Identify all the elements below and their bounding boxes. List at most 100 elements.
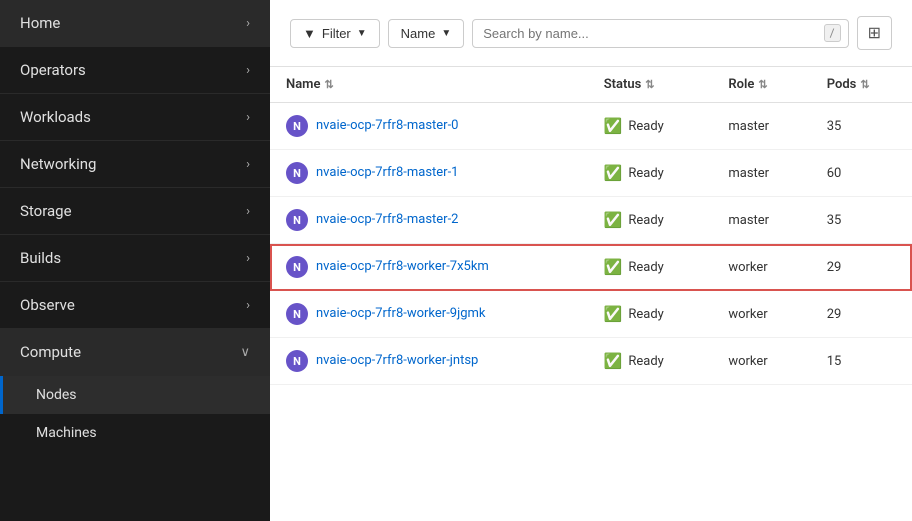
nodes-table: Name⇅Status⇅Role⇅Pods⇅ Nnvaie-ocp-7rfr8-… [270,67,912,385]
sidebar-sub-item-machines[interactable]: Machines [0,414,270,452]
chevron-icon: ∨ [240,345,250,360]
table-row[interactable]: Nnvaie-ocp-7rfr8-worker-jntsp ✅ Ready worke… [270,338,912,385]
cell-status: ✅Ready [588,244,713,291]
node-name-link[interactable]: nvaie-ocp-7rfr8-worker-7x5km [316,258,489,276]
filter-chevron-icon: ▼ [357,28,367,39]
columns-button[interactable]: ⊞ [857,16,892,50]
sidebar-item-observe[interactable]: Observe › [0,282,270,329]
cell-status: ✅Ready [588,103,713,150]
name-chevron-icon: ▼ [441,28,451,39]
sidebar-item-label: Observe [20,296,75,314]
cell-pods: 15 [811,338,912,385]
table-header: Name⇅Status⇅Role⇅Pods⇅ [270,67,912,103]
nodes-table-wrap: Name⇅Status⇅Role⇅Pods⇅ Nnvaie-ocp-7rfr8-… [270,67,912,521]
node-icon: N [286,256,308,278]
node-name-link[interactable]: nvaie-ocp-7rfr8-master-0 [316,117,458,135]
table-row[interactable]: Nnvaie-ocp-7rfr8-worker-7x5km✅Readyworke… [270,244,912,291]
sidebar-item-builds[interactable]: Builds › [0,235,270,282]
chevron-icon: › [246,204,250,219]
col-header-name[interactable]: Name⇅ [270,67,588,103]
cell-status: ✅ Ready [588,291,713,338]
sidebar-item-label: Storage [20,202,72,220]
cell-name: Nnvaie-ocp-7rfr8-master-1 [270,150,588,197]
sidebar-item-networking[interactable]: Networking › [0,141,270,188]
cell-pods: 35 [811,197,912,244]
cell-role: worker [712,338,810,385]
node-icon: N [286,350,308,372]
col-header-status[interactable]: Status⇅ [588,67,713,103]
status-icon: ✅ [604,211,623,229]
sort-icon-pods: ⇅ [860,78,869,91]
node-name-link[interactable]: nvaie-ocp-7rfr8-worker-9jgmk [316,305,486,323]
sidebar: Home›Operators›Workloads›Networking›Stor… [0,0,270,521]
cell-status: ✅Ready [588,197,713,244]
sidebar-item-label: Compute [20,343,81,361]
status-icon: ✅ [604,305,623,323]
status-text: Ready [628,166,663,181]
chevron-icon: › [246,16,250,31]
col-header-role[interactable]: Role⇅ [712,67,810,103]
col-header-pods[interactable]: Pods⇅ [811,67,912,103]
cell-status: ✅Ready [588,150,713,197]
chevron-icon: › [246,251,250,266]
node-icon: N [286,115,308,137]
sort-icon-role: ⇅ [758,78,767,91]
sidebar-item-label: Networking [20,155,96,173]
cell-role: master [712,103,810,150]
search-input[interactable] [472,19,848,48]
sidebar-sub-item-nodes[interactable]: Nodes [0,376,270,414]
node-icon: N [286,162,308,184]
sidebar-item-label: Home [20,14,60,32]
chevron-icon: › [246,63,250,78]
name-label: Name [401,26,436,41]
sidebar-item-workloads[interactable]: Workloads› [0,94,270,141]
sidebar-item-home[interactable]: Home › [0,0,270,47]
toolbar: ▼ Filter ▼ Name ▼ / ⊞ [270,0,912,67]
cell-pods: 35 [811,103,912,150]
sidebar-item-label: Operators [20,61,86,79]
chevron-icon: › [246,157,250,172]
chevron-icon: › [246,110,250,125]
filter-label: Filter [322,26,351,41]
cell-role: master [712,197,810,244]
filter-button[interactable]: ▼ Filter ▼ [290,19,380,48]
status-text: Ready [628,354,663,369]
status-icon: ✅ [604,117,623,135]
cell-status: ✅ Ready [588,338,713,385]
name-select-button[interactable]: Name ▼ [388,19,465,48]
sort-icon-status: ⇅ [645,78,654,91]
sidebar-item-label: Builds [20,249,61,267]
status-text: Ready [628,307,663,322]
main-content: ▼ Filter ▼ Name ▼ / ⊞ Name⇅Status⇅Role⇅P… [270,0,912,521]
table-body: Nnvaie-ocp-7rfr8-master-0 ✅ Ready master35 N… [270,103,912,385]
search-wrap: / [472,19,848,48]
cell-name: Nnvaie-ocp-7rfr8-master-2 [270,197,588,244]
sidebar-item-operators[interactable]: Operators › [0,47,270,94]
node-name-link[interactable]: nvaie-ocp-7rfr8-master-2 [316,211,458,229]
sort-icon-name: ⇅ [324,78,333,91]
status-icon: ✅ [604,258,623,276]
search-shortcut: / [824,24,841,42]
cell-name: Nnvaie-ocp-7rfr8-worker-9jgmk [270,291,588,338]
cell-pods: 60 [811,150,912,197]
cell-name: Nnvaie-ocp-7rfr8-worker-7x5km [270,244,588,291]
node-name-link[interactable]: nvaie-ocp-7rfr8-worker-jntsp [316,352,478,370]
table-row[interactable]: Nnvaie-ocp-7rfr8-master-2✅Readymaster35 [270,197,912,244]
table-row[interactable]: Nnvaie-ocp-7rfr8-master-0✅Readymaster35 [270,103,912,150]
cell-pods: 29 [811,244,912,291]
cell-role: worker [712,244,810,291]
cell-name: Nnvaie-ocp-7rfr8-master-0 [270,103,588,150]
sidebar-item-storage[interactable]: Storage › [0,188,270,235]
status-icon: ✅ [604,352,623,370]
sidebar-item-compute[interactable]: Compute ∨ [0,329,270,376]
cell-name: Nnvaie-ocp-7rfr8-worker-jntsp [270,338,588,385]
cell-role: master [712,150,810,197]
node-icon: N [286,209,308,231]
table-row[interactable]: Nnvaie-ocp-7rfr8-master-1✅Readymaster60 [270,150,912,197]
filter-icon: ▼ [303,26,316,41]
node-name-link[interactable]: nvaie-ocp-7rfr8-master-1 [316,164,458,182]
table-row[interactable]: Nnvaie-ocp-7rfr8-worker-9jgmk ✅ Ready worke… [270,291,912,338]
cell-role: worker [712,291,810,338]
chevron-icon: › [246,298,250,313]
node-icon: N [286,303,308,325]
